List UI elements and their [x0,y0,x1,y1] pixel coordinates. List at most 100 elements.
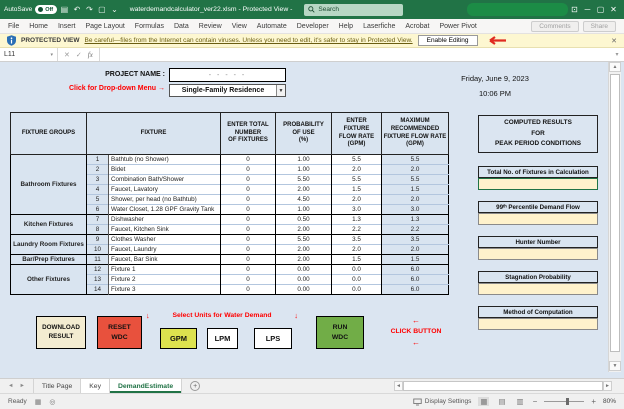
unit-button-gpm[interactable]: GPM [160,328,197,349]
fixture-count-cell[interactable]: 0 [221,215,276,225]
scroll-up-icon[interactable]: ▲ [609,62,621,72]
flow-rate-cell[interactable]: 1.3 [332,215,382,225]
zoom-out-icon[interactable]: − [533,397,538,406]
fixture-count-cell[interactable]: 0 [221,255,276,265]
fixture-count-cell[interactable]: 0 [221,155,276,165]
dropdown-caret-icon[interactable]: ▼ [276,85,285,96]
fixture-count-cell[interactable]: 0 [221,185,276,195]
result-value-method-of-computation[interactable] [478,318,598,330]
ribbon-tab-page-layout[interactable]: Page Layout [85,23,124,30]
flow-rate-cell[interactable]: 5.5 [332,155,382,165]
ribbon-tab-insert[interactable]: Insert [58,23,76,30]
reset-wdc-button[interactable]: RESET WDC [97,316,142,349]
formula-input[interactable] [100,48,610,61]
unit-button-lpm[interactable]: LPM [207,328,238,349]
fixture-count-cell[interactable]: 0 [221,285,276,295]
normal-view-icon[interactable]: ▦ [478,397,489,406]
ribbon-tab-view[interactable]: View [232,23,247,30]
save-icon[interactable]: ▤ [59,5,70,14]
ribbon-tab-file[interactable]: File [8,23,19,30]
insert-function-icon[interactable]: fx [88,51,93,59]
enable-editing-button[interactable]: Enable Editing [418,35,478,46]
name-box-caret-icon[interactable]: ▾ [50,52,53,58]
undo-icon[interactable]: ↶ [72,5,83,14]
comments-button[interactable]: Comments [531,21,578,32]
autosave-toggle[interactable]: AutoSave Off [4,5,57,14]
flow-rate-cell[interactable]: 1.5 [332,185,382,195]
flow-rate-cell[interactable]: 2.0 [332,195,382,205]
unit-button-lps[interactable]: LPS [254,328,292,349]
flow-rate-cell[interactable]: 2.0 [332,245,382,255]
horizontal-scroll-thumb[interactable] [403,381,603,391]
display-settings-button[interactable]: Display Settings [413,398,472,406]
ribbon-tab-acrobat[interactable]: Acrobat [405,23,429,30]
fixture-count-cell[interactable]: 0 [221,195,276,205]
result-value-stagnation-probability[interactable] [478,283,598,295]
fixture-count-cell[interactable]: 0 [221,275,276,285]
scroll-left-icon[interactable]: ◄ [394,381,403,391]
ribbon-display-options-icon[interactable]: ⊡ [568,5,581,14]
page-break-view-icon[interactable]: ▥ [515,397,526,406]
tab-nav-left-icon[interactable]: ◄ [8,383,13,389]
minimize-icon[interactable]: ─ [581,5,594,14]
flow-rate-cell[interactable]: 0.0 [332,285,382,295]
ribbon-tab-review[interactable]: Review [199,23,222,30]
scroll-right-icon[interactable]: ► [603,381,612,391]
vertical-scrollbar[interactable]: ▲ ▼ [608,62,621,372]
ribbon-tab-home[interactable]: Home [29,23,48,30]
flow-rate-cell[interactable]: 5.5 [332,175,382,185]
redo-icon[interactable]: ↷ [84,5,95,14]
maximize-icon[interactable]: ▢ [594,5,607,14]
zoom-slider-thumb[interactable] [566,398,569,405]
name-box[interactable]: L11 ▾ [0,48,58,61]
fixture-count-cell[interactable]: 0 [221,225,276,235]
fixture-count-cell[interactable]: 0 [221,245,276,255]
building-type-dropdown[interactable]: Single-Family Residence ▼ [169,84,286,97]
accessibility-checker-icon[interactable]: ◎ [49,398,55,406]
cancel-entry-icon[interactable]: ✕ [64,51,70,59]
flow-rate-cell[interactable]: 2.0 [332,165,382,175]
sheet-tab-demandestimate[interactable]: DemandEstimate [110,379,182,393]
page-layout-view-icon[interactable]: ▤ [496,397,507,406]
fixture-count-cell[interactable]: 0 [221,205,276,215]
fixture-count-cell[interactable]: 0 [221,165,276,175]
ribbon-tab-power-pivot[interactable]: Power Pivot [440,23,477,30]
sheet-tab-key[interactable]: Key [81,379,110,393]
ribbon-tab-automate[interactable]: Automate [257,23,287,30]
ribbon-tab-formulas[interactable]: Formulas [135,23,164,30]
flow-rate-cell[interactable]: 0.0 [332,265,382,275]
flow-rate-cell[interactable]: 3.0 [332,205,382,215]
fixture-count-cell[interactable]: 0 [221,235,276,245]
zoom-slider[interactable] [544,401,584,402]
close-icon[interactable]: ✕ [607,5,620,14]
message-bar-close-icon[interactable]: ✕ [611,37,617,45]
fixture-count-cell[interactable]: 0 [221,175,276,185]
formula-bar-expand-icon[interactable]: ▾ [610,51,624,58]
vertical-scroll-thumb[interactable] [610,74,620,352]
result-value-total-no-of-fixtures-in-calculation[interactable] [478,178,598,190]
new-sheet-icon[interactable]: + [190,381,200,391]
tab-nav-right-icon[interactable]: ► [19,383,24,389]
ribbon-tab-developer[interactable]: Developer [297,23,329,30]
quick-access-icon[interactable]: ▢ [97,5,108,14]
zoom-in-icon[interactable]: + [591,397,596,406]
share-button[interactable]: Share [583,21,616,32]
protected-view-message[interactable]: Be careful—files from the Internet can c… [85,37,413,44]
horizontal-scrollbar[interactable]: ◄ ► [394,379,624,393]
scroll-down-icon[interactable]: ▼ [609,361,621,371]
ribbon-tab-help[interactable]: Help [339,23,353,30]
search-box[interactable]: Search [304,4,403,16]
sheet-tab-title-page[interactable]: Title Page [33,379,81,393]
confirm-entry-icon[interactable]: ✓ [76,51,82,59]
fixture-count-cell[interactable]: 0 [221,265,276,275]
run-wdc-button[interactable]: RUN WDC [316,316,364,349]
flow-rate-cell[interactable]: 1.5 [332,255,382,265]
flow-rate-cell[interactable]: 2.2 [332,225,382,235]
quick-access-caret-icon[interactable]: ⌄ [109,5,120,14]
macro-record-icon[interactable]: ▦ [35,398,42,406]
result-value-hunter-number[interactable] [478,248,598,260]
ribbon-tab-data[interactable]: Data [174,23,189,30]
result-value-99-percentile-demand-flow[interactable] [478,213,598,225]
flow-rate-cell[interactable]: 0.0 [332,275,382,285]
download-result-button[interactable]: DOWNLOAD RESULT [36,316,86,349]
